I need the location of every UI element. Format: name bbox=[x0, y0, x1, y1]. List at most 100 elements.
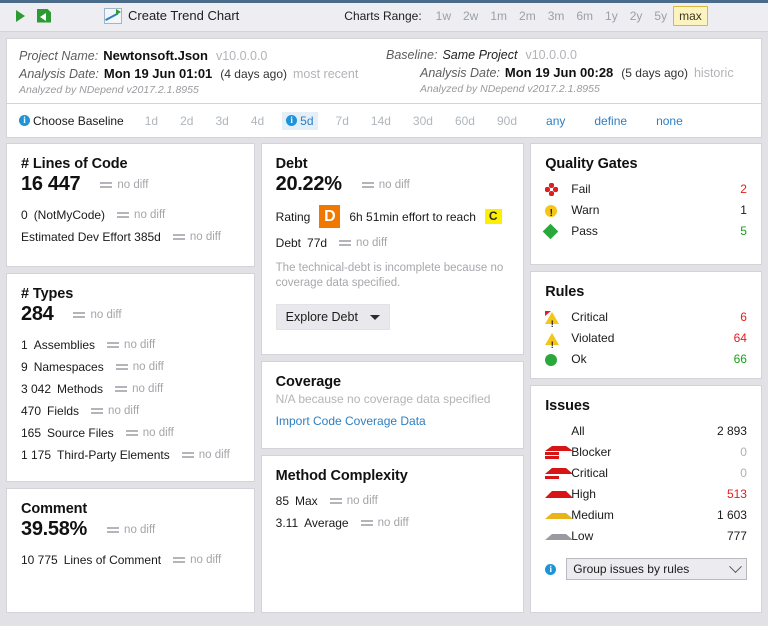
chevron-down-icon bbox=[729, 559, 742, 573]
range-option-5y[interactable]: 5y bbox=[648, 6, 673, 26]
range-option-1y[interactable]: 1y bbox=[599, 6, 624, 26]
baseline-option-60d[interactable]: 60d bbox=[451, 112, 479, 130]
loc-notmycode-num: 0 bbox=[21, 208, 28, 222]
baseline-option-1d[interactable]: 1d bbox=[141, 112, 162, 130]
issues-row-low[interactable]: Low 777 bbox=[545, 526, 747, 547]
baseline-option-14d[interactable]: 14d bbox=[367, 112, 395, 130]
types-assemblies-num: 1 bbox=[21, 338, 28, 352]
range-option-max[interactable]: max bbox=[673, 5, 708, 26]
comment-lines-num: 10 775 bbox=[21, 553, 58, 567]
complexity-average-num: 3.11 bbox=[275, 516, 299, 530]
baseline-option-3d[interactable]: 3d bbox=[211, 112, 232, 130]
debt-rating-badge: D bbox=[319, 205, 341, 228]
rules-row-critical[interactable]: Critical 6 bbox=[545, 307, 747, 335]
baseline-option-4d[interactable]: 4d bbox=[247, 112, 268, 130]
baseline-option-30d[interactable]: 30d bbox=[409, 112, 437, 130]
export-report-button[interactable] bbox=[32, 4, 56, 28]
baseline-link-none[interactable]: none bbox=[652, 112, 687, 130]
baseline-link-define[interactable]: define bbox=[590, 112, 631, 130]
debt-main-row: 20.22% no diff bbox=[276, 173, 510, 196]
baseline-option-7d[interactable]: 7d bbox=[332, 112, 353, 130]
issues-row-medium[interactable]: Medium 1 603 bbox=[545, 505, 747, 526]
debt-amount-label: Debt bbox=[275, 236, 302, 250]
quality-gate-row-pass[interactable]: Pass 5 bbox=[542, 221, 747, 242]
rules-row-ok[interactable]: Ok 66 bbox=[545, 349, 747, 370]
baseline-option-2d[interactable]: 2d bbox=[176, 112, 197, 130]
range-option-1m[interactable]: 1m bbox=[484, 6, 513, 26]
loc-dev-effort-diff: no diff bbox=[172, 226, 221, 248]
types-assemblies-label: Assemblies bbox=[33, 338, 96, 352]
issues-row-blocker[interactable]: Blocker 0 bbox=[545, 442, 747, 463]
baseline-option-5d-label: 5d bbox=[300, 113, 314, 128]
charts-range-label: Charts Range: bbox=[344, 8, 422, 23]
rules-row-violated[interactable]: Violated 64 bbox=[545, 328, 747, 356]
baseline-option-90d[interactable]: 90d bbox=[493, 112, 521, 130]
range-option-3m[interactable]: 3m bbox=[542, 6, 571, 26]
baseline-link-any[interactable]: any bbox=[542, 112, 569, 130]
create-trend-chart-button[interactable]: Create Trend Chart bbox=[104, 7, 240, 24]
comment-main-row: 39.58% no diff bbox=[21, 518, 240, 541]
complexity-max-diff-label: no diff bbox=[346, 495, 378, 507]
complexity-max-diff: no diff bbox=[329, 490, 378, 512]
play-icon bbox=[15, 9, 25, 22]
range-option-2m[interactable]: 2m bbox=[513, 6, 542, 26]
card-rules: Rules Critical 6 Violated 64 Ok 66 bbox=[530, 271, 762, 379]
issues-row-high[interactable]: High 513 bbox=[545, 484, 747, 505]
choose-baseline-button[interactable]: i Choose Baseline bbox=[19, 114, 124, 128]
quality-gate-row-fail[interactable]: Fail 2 bbox=[545, 179, 747, 200]
fail-diamond-icon bbox=[545, 183, 565, 196]
range-option-2w[interactable]: 2w bbox=[457, 6, 484, 26]
equals-icon bbox=[173, 556, 186, 564]
baseline-option-5d[interactable]: i 5d bbox=[282, 111, 318, 130]
types-methods-label: Methods bbox=[57, 382, 104, 396]
card-quality-gates: Quality Gates Fail 2 Warn 1 Pass 5 bbox=[530, 143, 762, 265]
dashboard-column-middle: Debt 20.22% no diff Rating D 6h 51min ef… bbox=[260, 143, 525, 613]
dashboard-grid: # Lines of Code 16 447 no diff 0 (NotMyC… bbox=[6, 143, 762, 613]
issues-row-all[interactable]: All 2 893 bbox=[545, 421, 747, 442]
explore-debt-button[interactable]: Explore Debt bbox=[275, 304, 390, 330]
create-trend-chart-label: Create Trend Chart bbox=[128, 8, 240, 23]
baseline-analysis-date-row: Analysis Date: Mon 19 Jun 00:28 (5 days … bbox=[386, 64, 749, 82]
debt-effort-text: 6h 51min effort to reach bbox=[349, 209, 476, 224]
lines-of-code-title: # Lines of Code bbox=[21, 156, 128, 172]
comment-row-lines: 10 775 Lines of Comment no diff bbox=[21, 549, 240, 571]
project-name-value: Newtonsoft.Json bbox=[103, 48, 208, 63]
lines-of-code-value: 16 447 bbox=[21, 173, 81, 195]
project-version: v10.0.0.0 bbox=[215, 49, 268, 63]
explore-debt-label: Explore Debt bbox=[285, 310, 358, 324]
rules-critical-label: Critical bbox=[571, 310, 608, 324]
range-option-6m[interactable]: 6m bbox=[570, 6, 599, 26]
types-source-files-num: 165 bbox=[21, 426, 42, 440]
issues-row-critical[interactable]: Critical 0 bbox=[545, 463, 747, 484]
card-lines-of-code: # Lines of Code 16 447 no diff 0 (NotMyC… bbox=[6, 143, 255, 267]
debt-target-badge: C bbox=[484, 209, 502, 224]
range-option-1w[interactable]: 1w bbox=[430, 6, 457, 26]
types-diff: no diff bbox=[73, 309, 122, 321]
issues-blocker-label: Blocker bbox=[571, 445, 612, 459]
issues-all-label: All bbox=[571, 424, 585, 438]
loc-row-dev-effort: Estimated Dev Effort 385d no diff bbox=[21, 226, 240, 248]
range-option-2y[interactable]: 2y bbox=[624, 6, 649, 26]
import-coverage-link[interactable]: Import Code Coverage Data bbox=[276, 414, 426, 428]
complexity-average-diff-label: no diff bbox=[377, 517, 409, 529]
types-fields-diff-label: no diff bbox=[108, 405, 140, 417]
group-issues-select[interactable]: Group issues by rules bbox=[566, 558, 747, 580]
complexity-row-max: 85 Max no diff bbox=[276, 490, 510, 512]
types-row-namespaces: 9 Namespaces no diff bbox=[21, 356, 240, 378]
types-row-fields: 470 Fields no diff bbox=[21, 400, 240, 422]
card-issues: Issues All 2 893 Blocker 0 Critical 0 Hi… bbox=[530, 385, 762, 613]
group-issues-control: i Group issues by rules bbox=[545, 558, 747, 580]
severity-blocker-icon bbox=[545, 446, 574, 459]
rules-ok-label: Ok bbox=[571, 352, 587, 366]
quality-gate-row-warn[interactable]: Warn 1 bbox=[545, 200, 747, 224]
run-analysis-button[interactable] bbox=[8, 4, 32, 28]
pass-diamond-icon bbox=[542, 223, 565, 240]
rules-violated-value: 64 bbox=[733, 331, 747, 345]
quality-gate-warn-label: Warn bbox=[571, 203, 600, 217]
issues-high-value: 513 bbox=[726, 487, 747, 501]
debt-value: 20.22% bbox=[275, 173, 342, 195]
types-source-files-diff: no diff bbox=[125, 422, 174, 444]
baseline-analysis-date-value: Mon 19 Jun 00:28 bbox=[504, 65, 614, 80]
types-namespaces-diff: no diff bbox=[115, 356, 164, 378]
equals-icon bbox=[115, 363, 128, 371]
